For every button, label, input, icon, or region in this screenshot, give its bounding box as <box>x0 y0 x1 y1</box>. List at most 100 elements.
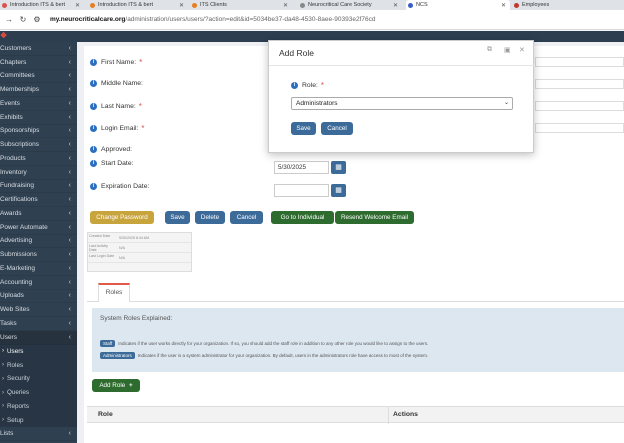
sidebar-item-label: Advertising <box>0 237 33 245</box>
dialog-cancel-button[interactable]: Cancel <box>321 122 353 135</box>
browser-tab[interactable]: Employees <box>512 0 624 10</box>
sidebar-item[interactable]: Web Sites ‹ <box>0 303 77 317</box>
bullet-icon: › <box>2 403 4 410</box>
sidebar-item-label: Uploads <box>0 292 24 300</box>
close-icon[interactable]: ✕ <box>501 2 506 9</box>
sidebar-item[interactable]: Inventory ‹ <box>0 166 77 180</box>
info-icon[interactable]: i <box>90 59 97 66</box>
browser-tab[interactable]: Introduction ITS & bert ✕ <box>88 0 188 10</box>
add-role-button[interactable]: Add Role + <box>92 379 140 392</box>
chevron-left-icon: ‹ <box>68 141 71 149</box>
column-header-role[interactable]: Role <box>98 411 113 418</box>
close-icon[interactable]: ✕ <box>179 2 184 9</box>
first-name-row: i First Name: * <box>90 58 142 67</box>
save-button[interactable]: Save <box>165 211 190 224</box>
sidebar-item[interactable]: Products ‹ <box>0 152 77 166</box>
forward-icon[interactable]: → <box>4 15 14 24</box>
bullet-icon: › <box>2 417 4 424</box>
sidebar-item[interactable]: Submissions ‹ <box>0 248 77 262</box>
popout-icon[interactable]: ⧉ <box>487 46 492 54</box>
sidebar-item[interactable]: Power Automate ‹ <box>0 221 77 235</box>
resend-welcome-email-button[interactable]: Resend Welcome Email <box>335 211 414 224</box>
browser-tab[interactable]: Introduction ITS & bert ✕ <box>0 0 84 10</box>
sidebar-item[interactable]: Exhibits ‹ <box>0 111 77 125</box>
sidebar-subitem[interactable]: › Roles <box>0 358 77 372</box>
info-icon[interactable]: i <box>90 103 97 110</box>
sidebar-item[interactable]: Subscriptions ‹ <box>0 138 77 152</box>
browser-tab-active[interactable]: NCS ✕ <box>406 0 510 10</box>
maximize-icon[interactable]: ▣ <box>504 46 511 54</box>
reload-icon[interactable]: ↻ <box>18 15 28 24</box>
required-indicator: * <box>139 58 143 67</box>
delete-button[interactable]: Delete <box>195 211 225 224</box>
close-icon[interactable]: ✕ <box>393 2 398 9</box>
sidebar-item[interactable]: Committees ‹ <box>0 70 77 84</box>
sidebar-item[interactable]: Advertising ‹ <box>0 235 77 249</box>
calendar-icon[interactable]: ▦ <box>331 161 346 174</box>
sidebar-item[interactable]: Customers ‹ <box>0 42 77 56</box>
sidebar-item[interactable]: E-Marketing ‹ <box>0 262 77 276</box>
chevron-left-icon: ‹ <box>68 429 71 437</box>
sidebar-item-label: E-Marketing <box>0 264 36 272</box>
sidebar-item[interactable]: Memberships ‹ <box>0 83 77 97</box>
start-date-input[interactable]: 5/30/2025 <box>274 161 329 174</box>
sidebar-item[interactable]: Fundraising ‹ <box>0 180 77 194</box>
sidebar-item-label: Customers <box>0 44 32 52</box>
change-password-button[interactable]: Change Password <box>90 211 154 224</box>
info-icon[interactable]: i <box>90 125 97 132</box>
sidebar-subitem[interactable]: › Queries <box>0 385 77 400</box>
tab-roles[interactable]: Roles <box>98 283 130 302</box>
info-icon[interactable]: i <box>90 183 97 190</box>
first-name-label: First Name: <box>101 59 137 66</box>
sidebar-item[interactable]: Events ‹ <box>0 97 77 111</box>
info-icon[interactable]: i <box>90 160 97 167</box>
browser-tab[interactable]: ITS Clients ✕ <box>190 0 292 10</box>
sidebar-subitem[interactable]: › Users <box>0 344 77 359</box>
sidebar-item[interactable]: Uploads ‹ <box>0 290 77 304</box>
cancel-button[interactable]: Cancel <box>230 211 263 224</box>
sidebar-subitem[interactable]: › Security <box>0 372 77 386</box>
close-icon[interactable]: ✕ <box>75 2 80 9</box>
sidebar-item[interactable]: Sponsorships ‹ <box>0 125 77 139</box>
sidebar-item-label: Accounting <box>0 278 33 286</box>
table-value: N/A <box>119 256 125 260</box>
info-icon[interactable]: i <box>291 82 298 89</box>
expiration-date-input[interactable] <box>274 184 329 197</box>
middle-name-input[interactable] <box>535 79 624 89</box>
sidebar-subitem[interactable]: › Reports <box>0 399 77 414</box>
close-icon[interactable]: ✕ <box>519 46 525 54</box>
url-field[interactable]: my.neurocriticalcare.org/administration/… <box>50 16 375 23</box>
chevron-left-icon: ‹ <box>68 99 71 107</box>
role-select[interactable]: Administrators ⌄ <box>291 97 513 110</box>
sidebar-item[interactable]: Chapters ‹ <box>0 56 77 70</box>
roles-grid-header: Role Actions <box>87 406 624 424</box>
close-icon[interactable]: ✕ <box>283 2 288 9</box>
tab-favicon-icon <box>90 2 95 8</box>
first-name-input[interactable] <box>535 57 624 67</box>
sidebar-item-label: Committees <box>0 72 35 80</box>
sidebar-item[interactable]: Certifications ‹ <box>0 193 77 207</box>
calendar-icon[interactable]: ▦ <box>331 184 346 197</box>
sidebar-item[interactable]: Users ‹ <box>0 330 77 345</box>
login-email-label: Login Email: <box>101 125 139 132</box>
dialog-save-button[interactable]: Save <box>291 122 316 135</box>
site-info-icon[interactable]: ⚙ <box>32 15 42 24</box>
info-icon[interactable]: i <box>90 146 97 153</box>
dialog-title: Add Role <box>279 48 314 58</box>
sidebar-item[interactable]: Accounting ‹ <box>0 276 77 290</box>
admin-text: Indicates if the user is a system admini… <box>137 353 429 358</box>
login-email-input[interactable] <box>535 123 624 133</box>
chevron-left-icon: ‹ <box>68 319 71 327</box>
sidebar-item[interactable]: Lists ‹ <box>0 427 77 441</box>
sidebar-item[interactable]: Tasks ‹ <box>0 317 77 331</box>
info-icon[interactable]: i <box>90 80 97 87</box>
sidebar-item[interactable]: Awards ‹ <box>0 207 77 221</box>
browser-tab[interactable]: Neurocritical Care Society ✕ <box>298 0 402 10</box>
last-name-input[interactable] <box>535 101 624 111</box>
login-email-row: i Login Email: * <box>90 124 145 133</box>
sidebar-item-label: Awards <box>0 209 22 217</box>
staff-badge: Staff <box>100 340 116 347</box>
go-to-individual-button[interactable]: Go to Individual <box>271 211 334 224</box>
sidebar-subitem[interactable]: › Setup <box>0 413 77 427</box>
chevron-left-icon: ‹ <box>68 182 71 190</box>
